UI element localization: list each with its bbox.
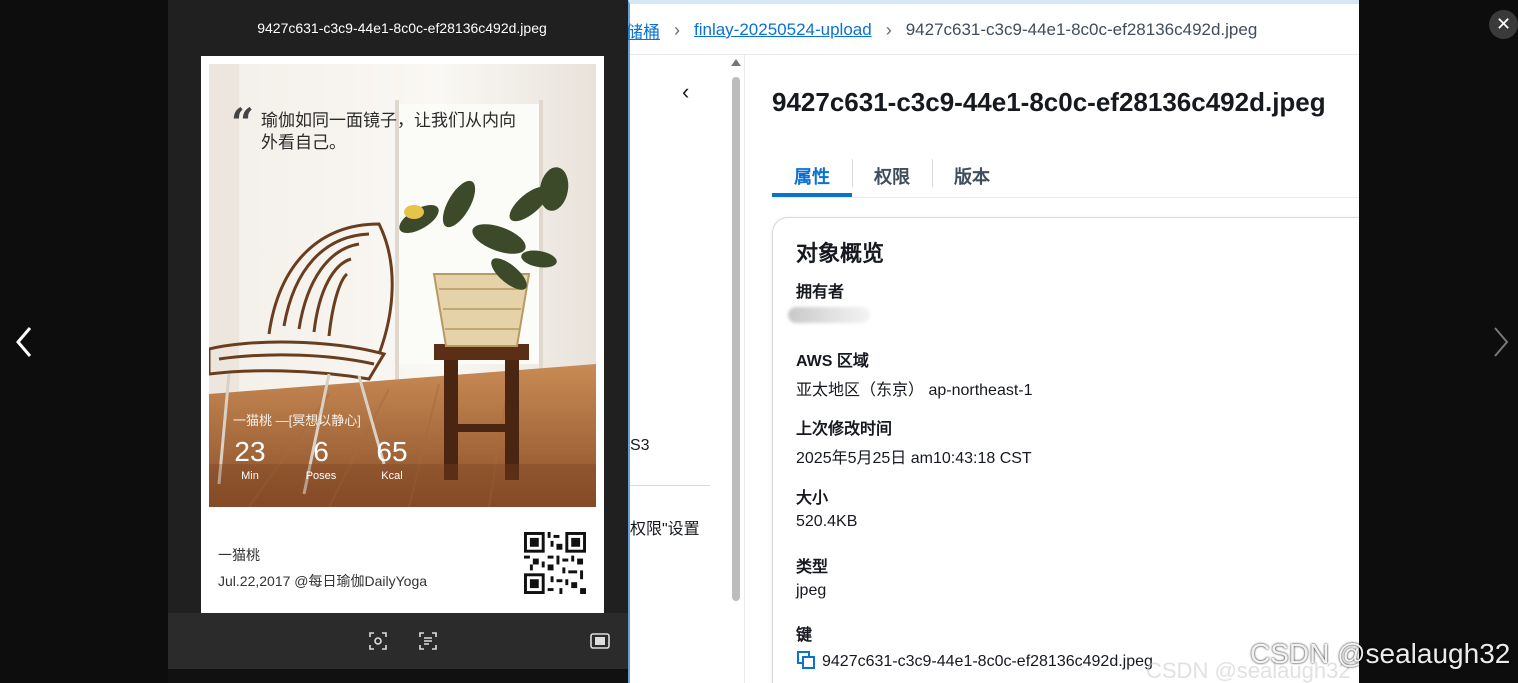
type-value: jpeg [796, 582, 827, 599]
stat-kcal: 65 Kcal [371, 436, 413, 482]
collapse-nav-icon[interactable]: ‹ [682, 79, 689, 105]
scan-icon[interactable] [368, 631, 388, 651]
owner-value-redacted [788, 307, 870, 323]
stat-minutes-value: 23 [234, 436, 266, 467]
previous-image-button[interactable] [12, 322, 36, 362]
watermark: CSDN @sealaugh32 [1250, 638, 1511, 669]
text-recognize-icon[interactable] [418, 631, 438, 651]
chevron-right-icon [1494, 327, 1509, 357]
tab-divider [772, 197, 1359, 198]
poster-quote: “ 瑜伽如同一面镜子，让我们从内向外看自己。 [231, 104, 531, 154]
owner-field: 拥有者 [788, 278, 870, 328]
side-nav-item-permissions[interactable]: 权限"设置 [630, 515, 700, 539]
side-nav-divider [630, 485, 710, 486]
overview-heading: 对象概览 [796, 241, 885, 266]
region-field: AWS 区域 亚太地区（东京） ap-northeast-1 [796, 347, 1033, 400]
stat-minutes-unit: Min [241, 470, 259, 482]
side-navigation-border [744, 55, 745, 683]
yoga-poster-image: “ 瑜伽如同一面镜子，让我们从内向外看自己。 一猫桃 —[冥想以静心] 23 M… [201, 56, 604, 614]
key-label: 键 [796, 627, 813, 644]
key-field: 键 9427c631-c3c9-44e1-8c0c-ef28136c492d.j… [796, 621, 1153, 671]
size-value: 520.4KB [796, 513, 858, 530]
qr-code-icon [524, 532, 586, 594]
breadcrumb-current: 9427c631-c3c9-44e1-8c0c-ef28136c492d.jpe… [905, 20, 1258, 39]
quote-mark-icon: “ [231, 100, 255, 147]
next-image-button[interactable] [1489, 322, 1513, 362]
last-modified-field: 上次修改时间 2025年5月25日 am10:43:18 CST [796, 415, 1032, 468]
stat-poses-unit: Poses [305, 470, 337, 482]
tab-list: 属性 权限 版本 [772, 155, 1012, 197]
scrollbar[interactable] [730, 59, 742, 619]
close-icon: ✕ [1495, 14, 1512, 34]
region-value: 亚太地区（东京） ap-northeast-1 [796, 382, 1033, 399]
viewer-bottom-strip [168, 669, 628, 683]
type-label: 类型 [796, 559, 829, 576]
object-detail-panel: 9427c631-c3c9-44e1-8c0c-ef28136c492d.jpe… [770, 55, 1359, 683]
side-navigation: ‹ S3 权限"设置 [630, 55, 740, 683]
type-field: 类型 jpeg [796, 553, 828, 600]
screenshot-icon[interactable] [590, 631, 610, 651]
stat-kcal-value: 65 [376, 436, 408, 467]
last-modified-value: 2025年5月25日 am10:43:18 CST [796, 450, 1032, 467]
scrollbar-thumb[interactable] [732, 77, 740, 601]
chevron-left-icon [16, 327, 32, 357]
size-field: 大小 520.4KB [796, 484, 857, 531]
side-nav-item-s3[interactable]: S3 [630, 437, 650, 455]
object-overview-card: 对象概览 拥有者 AWS 区域 亚太地区（东京） ap-northeast-1 … [772, 217, 1359, 683]
poster-author: 一猫桃 [218, 547, 260, 563]
breadcrumb-separator-icon: › [885, 19, 892, 40]
poster-quote-text: 瑜伽如同一面镜子，让我们从内向外看自己。 [261, 111, 516, 152]
tab-properties[interactable]: 属性 [772, 155, 852, 197]
breadcrumb-folder-link[interactable]: finlay-20250524-upload [694, 20, 872, 40]
stat-minutes: 23 Min [229, 436, 271, 482]
poster-session-label: 一猫桃 —[冥想以静心] [233, 413, 361, 428]
tab-permissions[interactable]: 权限 [852, 155, 932, 197]
page-title: 9427c631-c3c9-44e1-8c0c-ef28136c492d.jpe… [772, 87, 1326, 117]
stat-poses-value: 6 [313, 436, 329, 467]
viewer-filename: 9427c631-c3c9-44e1-8c0c-ef28136c492d.jpe… [257, 20, 547, 36]
size-label: 大小 [796, 490, 829, 507]
owner-label: 拥有者 [796, 284, 845, 301]
s3-console: 储桶 › finlay-20250524-upload › 9427c631-c… [626, 0, 1359, 683]
poster-date-line: Jul.22,2017 @每日瑜伽DailyYoga [218, 573, 428, 589]
last-modified-label: 上次修改时间 [796, 421, 893, 438]
stat-kcal-unit: Kcal [381, 470, 403, 482]
key-value: 9427c631-c3c9-44e1-8c0c-ef28136c492d.jpe… [822, 653, 1153, 670]
copy-icon[interactable] [796, 650, 816, 670]
stat-poses: 6 Poses [301, 436, 341, 482]
image-viewer: 9427c631-c3c9-44e1-8c0c-ef28136c492d.jpe… [168, 0, 628, 683]
tab-versions[interactable]: 版本 [932, 155, 1012, 197]
poster-photo: “ 瑜伽如同一面镜子，让我们从内向外看自己。 一猫桃 —[冥想以静心] 23 M… [209, 64, 596, 507]
breadcrumb-separator-icon: › [674, 19, 680, 40]
scroll-up-icon[interactable] [731, 59, 741, 66]
region-label: AWS 区域 [796, 353, 869, 370]
screenshot: 储桶 › finlay-20250524-upload › 9427c631-c… [168, 0, 1359, 683]
viewer-toolbar [168, 613, 628, 669]
close-lightbox-button[interactable]: ✕ [1489, 10, 1518, 39]
breadcrumb: 储桶 › finlay-20250524-upload › 9427c631-c… [626, 8, 1359, 52]
